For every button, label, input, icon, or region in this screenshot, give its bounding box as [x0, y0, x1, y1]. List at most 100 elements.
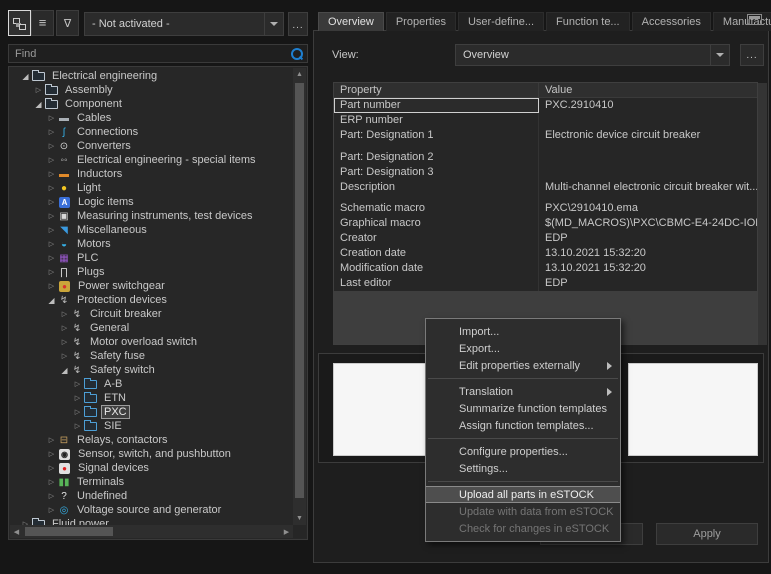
property-cell[interactable]: Part: Designation 1 [334, 128, 539, 150]
property-cell[interactable]: Last editor [334, 276, 539, 291]
property-cell[interactable]: Creation date [334, 246, 539, 261]
tree-item-electrical-engineering-special-items[interactable]: ▷◦◦Electrical engineering - special item… [10, 153, 293, 167]
value-cell[interactable]: EDP [539, 276, 757, 291]
expand-arrow-icon[interactable]: ▷ [46, 268, 57, 276]
expand-arrow-icon[interactable]: ▷ [72, 408, 83, 416]
expand-arrow-icon[interactable]: ▷ [33, 86, 44, 94]
tree-item-inductors[interactable]: ▷▬Inductors [10, 167, 293, 181]
expand-arrow-icon[interactable]: ▷ [46, 114, 57, 122]
table-row[interactable]: ERP number [334, 113, 757, 128]
expand-arrow-icon[interactable]: ▷ [46, 254, 57, 262]
expand-arrow-icon[interactable]: ▷ [46, 128, 57, 136]
property-cell[interactable]: Graphical macro [334, 216, 539, 231]
tree-item-light[interactable]: ▷●Light [10, 181, 293, 195]
scroll-right-icon[interactable]: ▶ [280, 525, 293, 538]
table-row[interactable]: Part: Designation 1Electronic device cir… [334, 128, 757, 150]
expand-arrow-icon[interactable]: ▷ [46, 212, 57, 220]
table-row[interactable]: Part numberPXC.2910410 [334, 98, 757, 113]
collapse-arrow-icon[interactable]: ◢ [59, 366, 70, 375]
filter-more-button[interactable]: ... [288, 12, 308, 36]
value-cell[interactable] [539, 165, 757, 180]
expand-arrow-icon[interactable]: ▷ [46, 156, 57, 164]
search-icon[interactable] [289, 47, 303, 61]
expand-arrow-icon[interactable]: ▷ [46, 492, 57, 500]
table-row[interactable]: Creation date13.10.2021 15:32:20 [334, 246, 757, 261]
expand-arrow-icon[interactable]: ▷ [46, 240, 57, 248]
tree-item-etn[interactable]: ▷ETN [10, 391, 293, 405]
expand-arrow-icon[interactable]: ▷ [46, 464, 57, 472]
table-row[interactable]: Schematic macroPXC\2910410.ema [334, 201, 757, 216]
search-box[interactable] [8, 44, 308, 63]
search-input[interactable] [9, 48, 289, 60]
property-cell[interactable]: Creator [334, 231, 539, 246]
table-row[interactable]: Part: Designation 3 [334, 165, 757, 180]
menu-item-configure-properties[interactable]: Configure properties... [426, 443, 620, 460]
expand-arrow-icon[interactable]: ▷ [72, 394, 83, 402]
tab-manufactur[interactable]: Manufactur... [713, 12, 771, 31]
tree-item-relays-contactors[interactable]: ▷⊟Relays, contactors [10, 433, 293, 447]
property-cell[interactable]: Modification date [334, 261, 539, 276]
view-dropdown[interactable]: Overview [455, 44, 730, 66]
expand-arrow-icon[interactable]: ▷ [46, 170, 57, 178]
tree-item-motor-overload-switch[interactable]: ▷↯Motor overload switch [10, 335, 293, 349]
property-cell[interactable]: Schematic macro [334, 201, 539, 216]
tree-item-cables[interactable]: ▷▬Cables [10, 111, 293, 125]
menu-item-import[interactable]: Import... [426, 323, 620, 340]
collapse-arrow-icon[interactable]: ◢ [46, 296, 57, 305]
table-row[interactable]: Part: Designation 2 [334, 150, 757, 165]
expand-arrow-icon[interactable]: ▷ [46, 436, 57, 444]
tree-item-terminals[interactable]: ▷▮▮Terminals [10, 475, 293, 489]
expand-arrow-icon[interactable]: ▷ [59, 352, 70, 360]
tree-item-safety-fuse[interactable]: ▷↯Safety fuse [10, 349, 293, 363]
expand-arrow-icon[interactable]: ▷ [46, 226, 57, 234]
tree-item-connections[interactable]: ▷ʃConnections [10, 125, 293, 139]
tree-item-component[interactable]: ◢Component [10, 97, 293, 111]
tree-item-assembly[interactable]: ▷Assembly [10, 83, 293, 97]
tree-item-logic-items[interactable]: ▷ALogic items [10, 195, 293, 209]
tab-overflow-icon[interactable] [747, 14, 762, 25]
property-cell[interactable]: Part: Designation 3 [334, 165, 539, 180]
expand-arrow-icon[interactable]: ▷ [46, 142, 57, 150]
expand-arrow-icon[interactable]: ▷ [46, 184, 57, 192]
property-cell[interactable]: Part: Designation 2 [334, 150, 539, 165]
tree-item-signal-devices[interactable]: ▷●Signal devices [10, 461, 293, 475]
tree-vertical-scrollbar[interactable]: ▲ ▼ [293, 68, 306, 525]
expand-arrow-icon[interactable]: ▷ [59, 310, 70, 318]
tab-accessories[interactable]: Accessories [632, 12, 711, 31]
tree-item-fluid-power[interactable]: ▷Fluid power [10, 517, 293, 525]
tree-item-protection-devices[interactable]: ◢↯Protection devices [10, 293, 293, 307]
value-cell[interactable]: Electronic device circuit breaker [539, 128, 757, 150]
value-cell[interactable]: 13.10.2021 15:32:20 [539, 261, 757, 276]
tree-view-button[interactable] [8, 10, 31, 36]
expand-arrow-icon[interactable]: ▷ [72, 422, 83, 430]
value-cell[interactable] [539, 150, 757, 165]
tree-item-miscellaneous[interactable]: ▷◥Miscellaneous [10, 223, 293, 237]
menu-item-upload-all-parts-in-estock[interactable]: Upload all parts in eSTOCK [426, 486, 620, 503]
menu-item-summarize-function-templates[interactable]: Summarize function templates [426, 400, 620, 417]
table-row[interactable]: DescriptionMulti-channel electronic circ… [334, 180, 757, 201]
menu-item-edit-properties-externally[interactable]: Edit properties externally [426, 357, 620, 374]
property-cell[interactable]: ERP number [334, 113, 539, 128]
tree-item-circuit-breaker[interactable]: ▷↯Circuit breaker [10, 307, 293, 321]
expand-arrow-icon[interactable]: ▷ [46, 506, 57, 514]
tree-item-power-switchgear[interactable]: ▷●Power switchgear [10, 279, 293, 293]
collapse-arrow-icon[interactable]: ◢ [33, 100, 44, 109]
filter-scheme-dropdown[interactable]: - Not activated - [84, 12, 284, 36]
scroll-left-icon[interactable]: ◀ [10, 525, 23, 538]
expand-arrow-icon[interactable]: ▷ [72, 380, 83, 388]
tree-item-sie[interactable]: ▷SIE [10, 419, 293, 433]
tree-item-converters[interactable]: ▷⊙Converters [10, 139, 293, 153]
property-cell[interactable]: Part number [334, 98, 539, 113]
value-cell[interactable]: Multi-channel electronic circuit breaker… [539, 180, 757, 201]
property-cell[interactable]: Description [334, 180, 539, 201]
tab-properties[interactable]: Properties [386, 12, 456, 31]
table-row[interactable]: Modification date13.10.2021 15:32:20 [334, 261, 757, 276]
list-view-button[interactable]: ≡ [31, 10, 54, 36]
tree-item-general[interactable]: ▷↯General [10, 321, 293, 335]
value-cell[interactable]: PXC.2910410 [539, 98, 757, 113]
tab-user-define[interactable]: User-define... [458, 12, 544, 31]
expand-arrow-icon[interactable]: ▷ [46, 282, 57, 290]
apply-button[interactable]: Apply [656, 523, 758, 545]
tree-horizontal-scrollbar[interactable]: ◀ ▶ [10, 525, 293, 538]
tree-item-voltage-source-and-generator[interactable]: ▷◎Voltage source and generator [10, 503, 293, 517]
